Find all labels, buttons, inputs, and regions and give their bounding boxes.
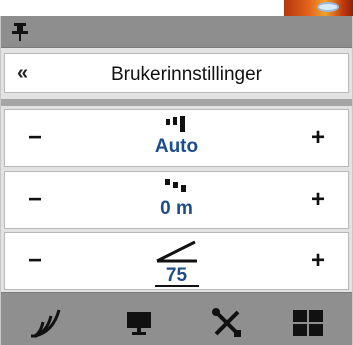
gain-increase-button[interactable]: + [288,110,348,166]
offset-increase-button[interactable]: + [288,172,348,228]
setting-row-gain: − Auto + [4,109,349,167]
setting-row-angle: − 75 + [4,232,349,290]
bars-offset-icon [164,179,186,192]
angle-underline [154,285,199,287]
page-title: Brukerinnstillinger [110,64,262,85]
map-heat-overlay [284,0,353,16]
tools-icon[interactable] [210,308,244,338]
bottom-toolbar [1,292,352,345]
user-settings-panel: « Brukerinnstillinger − Auto + − 0 m + −… [0,16,353,345]
setting-row-offset: − 0 m + [4,171,349,229]
gain-decrease-button[interactable]: − [5,110,65,166]
section-divider [1,99,352,106]
angle-decrease-button[interactable]: − [5,233,65,289]
angle-increase-button[interactable]: + [288,233,348,289]
angle-value: 75 [165,265,188,286]
sonar-waves-icon[interactable] [29,308,63,338]
monitor-icon[interactable] [122,308,156,338]
offset-decrease-button[interactable]: − [5,172,65,228]
signal-bars-icon [165,116,185,132]
offset-value: 0 m [160,198,193,219]
settings-header: « Brukerinnstillinger [4,53,349,93]
angle-icon [155,240,197,263]
panel-titlebar [1,16,352,48]
gain-value: Auto [154,136,199,157]
map-blip-marker [317,2,339,12]
pin-icon[interactable] [10,22,30,42]
back-button[interactable]: « [17,61,47,85]
grid-layout-icon[interactable] [291,308,325,338]
